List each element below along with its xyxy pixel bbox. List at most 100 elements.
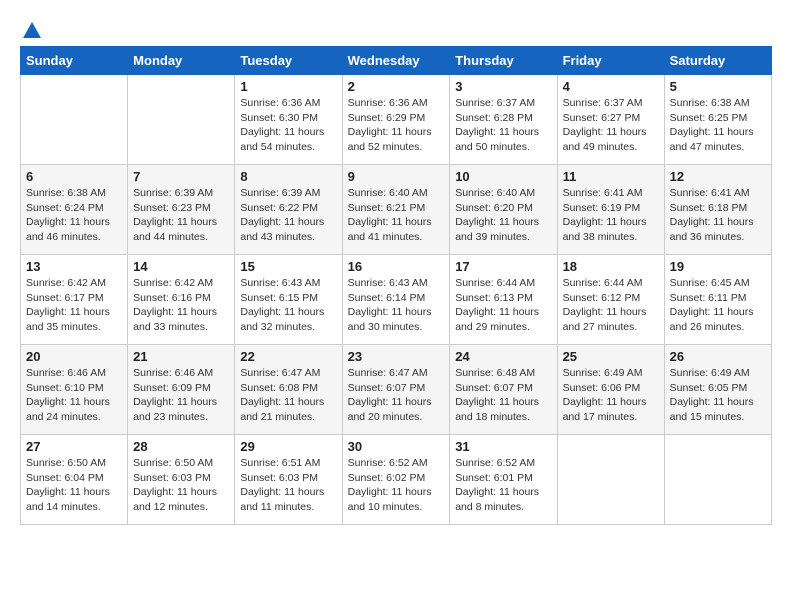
column-header-tuesday: Tuesday [235, 47, 342, 75]
day-cell: 18 Sunrise: 6:44 AM Sunset: 6:12 PM Dayli… [557, 255, 664, 345]
day-info: Sunrise: 6:38 AM Sunset: 6:24 PM Dayligh… [26, 186, 122, 245]
day-cell: 4 Sunrise: 6:37 AM Sunset: 6:27 PM Daylig… [557, 75, 664, 165]
day-cell: 1 Sunrise: 6:36 AM Sunset: 6:30 PM Daylig… [235, 75, 342, 165]
day-cell: 6 Sunrise: 6:38 AM Sunset: 6:24 PM Daylig… [21, 165, 128, 255]
day-info: Sunrise: 6:46 AM Sunset: 6:09 PM Dayligh… [133, 366, 229, 425]
day-cell: 10 Sunrise: 6:40 AM Sunset: 6:20 PM Dayli… [450, 165, 557, 255]
day-cell [21, 75, 128, 165]
day-info: Sunrise: 6:43 AM Sunset: 6:14 PM Dayligh… [348, 276, 445, 335]
day-number: 6 [26, 169, 122, 184]
logo [20, 20, 44, 36]
day-number: 31 [455, 439, 551, 454]
day-number: 29 [240, 439, 336, 454]
day-number: 7 [133, 169, 229, 184]
day-info: Sunrise: 6:45 AM Sunset: 6:11 PM Dayligh… [670, 276, 766, 335]
day-number: 25 [563, 349, 659, 364]
day-info: Sunrise: 6:37 AM Sunset: 6:28 PM Dayligh… [455, 96, 551, 155]
day-cell: 16 Sunrise: 6:43 AM Sunset: 6:14 PM Dayli… [342, 255, 450, 345]
day-cell: 25 Sunrise: 6:49 AM Sunset: 6:06 PM Dayli… [557, 345, 664, 435]
day-number: 21 [133, 349, 229, 364]
day-cell: 13Sunrise: 6:42 AM Sunset: 6:17 PM Dayli… [21, 255, 128, 345]
day-number: 20 [26, 349, 122, 364]
week-row-4: 20 Sunrise: 6:46 AM Sunset: 6:10 PM Dayli… [21, 345, 772, 435]
day-info: Sunrise: 6:47 AM Sunset: 6:08 PM Dayligh… [240, 366, 336, 425]
day-info: Sunrise: 6:47 AM Sunset: 6:07 PM Dayligh… [348, 366, 445, 425]
day-cell: 19Sunrise: 6:45 AM Sunset: 6:11 PM Dayli… [664, 255, 771, 345]
day-number: 23 [348, 349, 445, 364]
day-cell: 15 Sunrise: 6:43 AM Sunset: 6:15 PM Dayli… [235, 255, 342, 345]
day-info: Sunrise: 6:52 AM Sunset: 6:02 PM Dayligh… [348, 456, 445, 515]
day-info: Sunrise: 6:50 AM Sunset: 6:04 PM Dayligh… [26, 456, 122, 515]
day-info: Sunrise: 6:43 AM Sunset: 6:15 PM Dayligh… [240, 276, 336, 335]
calendar-header-row: SundayMondayTuesdayWednesdayThursdayFrid… [21, 47, 772, 75]
day-info: Sunrise: 6:39 AM Sunset: 6:22 PM Dayligh… [240, 186, 336, 245]
day-cell [557, 435, 664, 525]
column-header-thursday: Thursday [450, 47, 557, 75]
day-cell: 23 Sunrise: 6:47 AM Sunset: 6:07 PM Dayli… [342, 345, 450, 435]
day-info: Sunrise: 6:37 AM Sunset: 6:27 PM Dayligh… [563, 96, 659, 155]
day-info: Sunrise: 6:42 AM Sunset: 6:17 PM Dayligh… [26, 276, 122, 335]
day-info: Sunrise: 6:38 AM Sunset: 6:25 PM Dayligh… [670, 96, 766, 155]
day-info: Sunrise: 6:41 AM Sunset: 6:18 PM Dayligh… [670, 186, 766, 245]
day-info: Sunrise: 6:44 AM Sunset: 6:13 PM Dayligh… [455, 276, 551, 335]
day-info: Sunrise: 6:40 AM Sunset: 6:21 PM Dayligh… [348, 186, 445, 245]
day-cell: 3 Sunrise: 6:37 AM Sunset: 6:28 PM Daylig… [450, 75, 557, 165]
day-number: 4 [563, 79, 659, 94]
day-cell: 26Sunrise: 6:49 AM Sunset: 6:05 PM Dayli… [664, 345, 771, 435]
day-number: 3 [455, 79, 551, 94]
day-cell: 21 Sunrise: 6:46 AM Sunset: 6:09 PM Dayli… [128, 345, 235, 435]
column-header-wednesday: Wednesday [342, 47, 450, 75]
day-number: 10 [455, 169, 551, 184]
day-cell: 11 Sunrise: 6:41 AM Sunset: 6:19 PM Dayli… [557, 165, 664, 255]
day-cell: 28 Sunrise: 6:50 AM Sunset: 6:03 PM Dayli… [128, 435, 235, 525]
day-number: 5 [670, 79, 766, 94]
day-cell: 31Sunrise: 6:52 AM Sunset: 6:01 PM Dayli… [450, 435, 557, 525]
page-header [20, 20, 772, 36]
day-number: 15 [240, 259, 336, 274]
day-info: Sunrise: 6:50 AM Sunset: 6:03 PM Dayligh… [133, 456, 229, 515]
day-number: 8 [240, 169, 336, 184]
day-cell: 2 Sunrise: 6:36 AM Sunset: 6:29 PM Daylig… [342, 75, 450, 165]
day-number: 16 [348, 259, 445, 274]
day-number: 14 [133, 259, 229, 274]
day-number: 11 [563, 169, 659, 184]
day-cell: 29Sunrise: 6:51 AM Sunset: 6:03 PM Dayli… [235, 435, 342, 525]
day-info: Sunrise: 6:36 AM Sunset: 6:29 PM Dayligh… [348, 96, 445, 155]
calendar-table: SundayMondayTuesdayWednesdayThursdayFrid… [20, 46, 772, 525]
day-info: Sunrise: 6:41 AM Sunset: 6:19 PM Dayligh… [563, 186, 659, 245]
column-header-sunday: Sunday [21, 47, 128, 75]
day-number: 12 [670, 169, 766, 184]
day-info: Sunrise: 6:36 AM Sunset: 6:30 PM Dayligh… [240, 96, 336, 155]
day-cell: 27 Sunrise: 6:50 AM Sunset: 6:04 PM Dayli… [21, 435, 128, 525]
day-cell: 22Sunrise: 6:47 AM Sunset: 6:08 PM Dayli… [235, 345, 342, 435]
day-info: Sunrise: 6:40 AM Sunset: 6:20 PM Dayligh… [455, 186, 551, 245]
week-row-1: 1 Sunrise: 6:36 AM Sunset: 6:30 PM Daylig… [21, 75, 772, 165]
day-info: Sunrise: 6:48 AM Sunset: 6:07 PM Dayligh… [455, 366, 551, 425]
day-number: 17 [455, 259, 551, 274]
day-number: 2 [348, 79, 445, 94]
day-number: 18 [563, 259, 659, 274]
day-number: 28 [133, 439, 229, 454]
day-number: 27 [26, 439, 122, 454]
day-cell: 24Sunrise: 6:48 AM Sunset: 6:07 PM Dayli… [450, 345, 557, 435]
column-header-monday: Monday [128, 47, 235, 75]
day-number: 9 [348, 169, 445, 184]
column-header-friday: Friday [557, 47, 664, 75]
day-cell: 17 Sunrise: 6:44 AM Sunset: 6:13 PM Dayli… [450, 255, 557, 345]
day-number: 1 [240, 79, 336, 94]
week-row-2: 6 Sunrise: 6:38 AM Sunset: 6:24 PM Daylig… [21, 165, 772, 255]
day-cell: 8 Sunrise: 6:39 AM Sunset: 6:22 PM Daylig… [235, 165, 342, 255]
week-row-5: 27 Sunrise: 6:50 AM Sunset: 6:04 PM Dayli… [21, 435, 772, 525]
day-cell: 30Sunrise: 6:52 AM Sunset: 6:02 PM Dayli… [342, 435, 450, 525]
day-info: Sunrise: 6:46 AM Sunset: 6:10 PM Dayligh… [26, 366, 122, 425]
day-cell: 20 Sunrise: 6:46 AM Sunset: 6:10 PM Dayli… [21, 345, 128, 435]
week-row-3: 13Sunrise: 6:42 AM Sunset: 6:17 PM Dayli… [21, 255, 772, 345]
day-info: Sunrise: 6:49 AM Sunset: 6:05 PM Dayligh… [670, 366, 766, 425]
day-cell: 9 Sunrise: 6:40 AM Sunset: 6:21 PM Daylig… [342, 165, 450, 255]
day-cell [664, 435, 771, 525]
day-cell: 12 Sunrise: 6:41 AM Sunset: 6:18 PM Dayli… [664, 165, 771, 255]
logo-icon [21, 20, 43, 42]
day-info: Sunrise: 6:49 AM Sunset: 6:06 PM Dayligh… [563, 366, 659, 425]
day-cell: 14Sunrise: 6:42 AM Sunset: 6:16 PM Dayli… [128, 255, 235, 345]
day-info: Sunrise: 6:44 AM Sunset: 6:12 PM Dayligh… [563, 276, 659, 335]
